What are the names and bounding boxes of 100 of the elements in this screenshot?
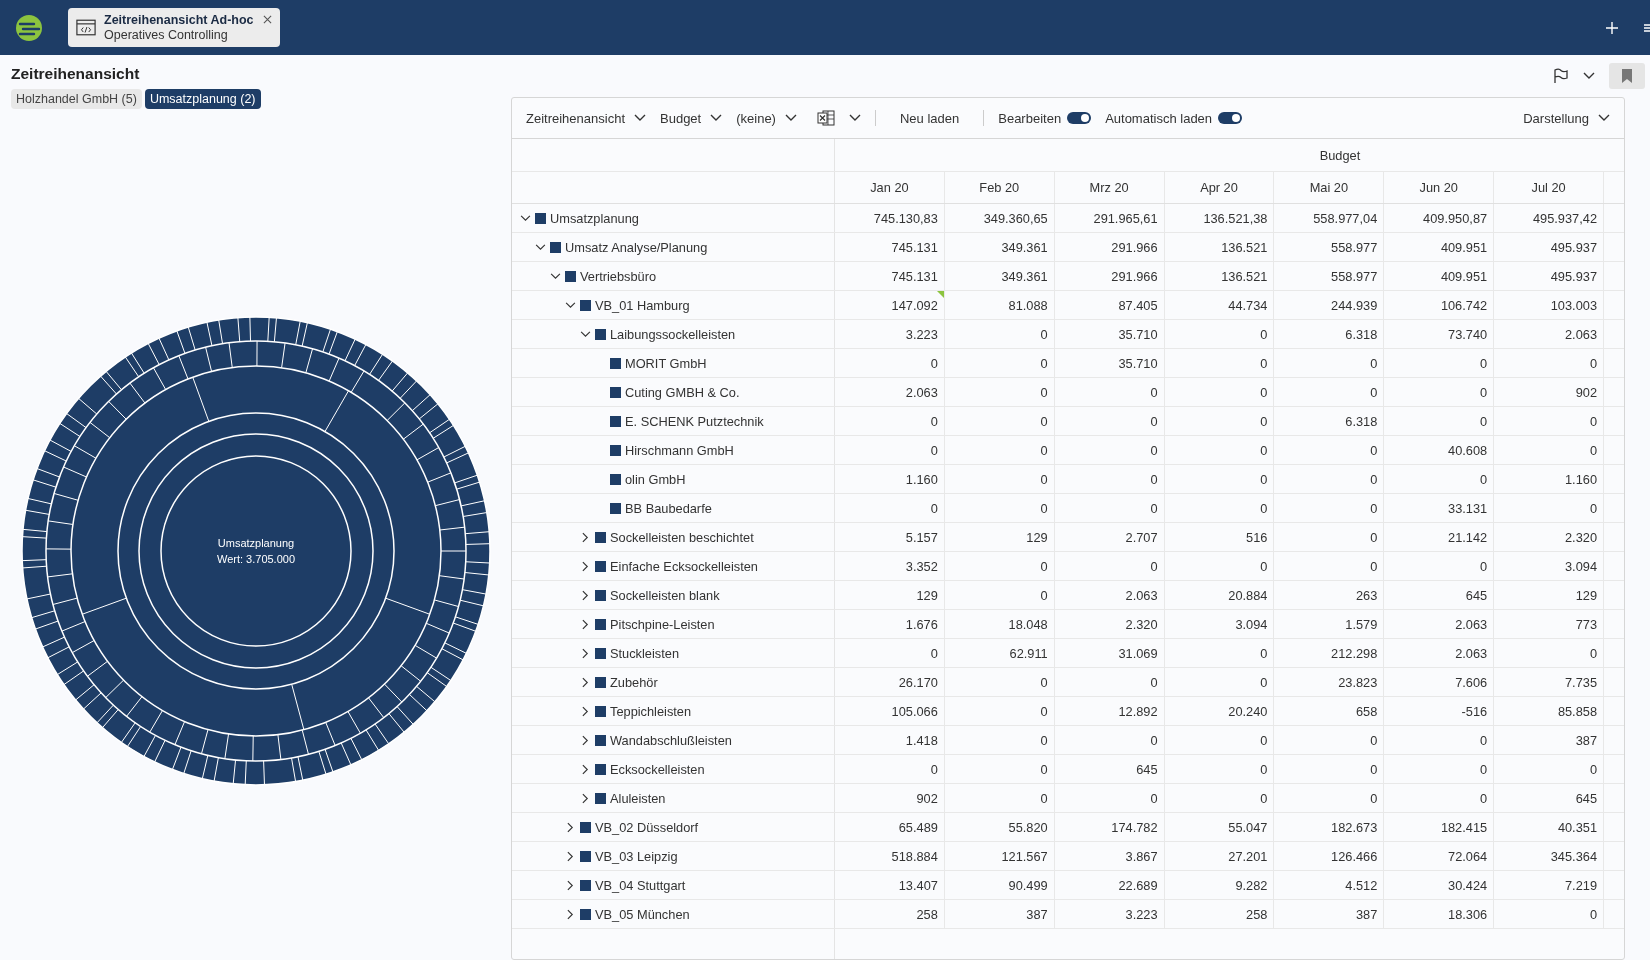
square-icon [610,386,621,398]
chevron-down-icon[interactable] [580,330,591,338]
chevron-down-icon[interactable] [550,272,561,280]
table-cell: 0 [1274,726,1385,754]
table-cell: 3.223 [1054,900,1165,928]
table-cell: 1.160 [1494,465,1604,493]
display-dropdown[interactable]: Darstellung [1523,110,1610,126]
table-cell: 291.966 [1054,233,1165,261]
chevron-right-icon[interactable] [582,560,589,572]
app-tab[interactable]: Zeitreihenansicht Ad-hoc Operatives Controlling [68,8,280,47]
toggle-label: Bearbeiten [998,110,1062,126]
spreadsheet-icon[interactable] [816,109,835,127]
table-cell: 0 [1384,465,1495,493]
row-label[interactable]: Umsatz Analyse/Planung [565,239,708,255]
row-label[interactable]: Ecksockelleisten [610,761,705,777]
column-header: Jan 20 [835,172,945,203]
row-label[interactable]: VB_03 Leipzig [595,848,678,864]
table-cell: 2.320 [1054,610,1165,638]
table-cell: 182.415 [1384,813,1495,841]
row-label[interactable]: Zubehör [610,674,658,690]
chevron-right-icon[interactable] [567,908,574,920]
row-label[interactable]: VB_04 Stuttgart [595,877,686,893]
row-label[interactable]: Pitschpine-Leisten [610,616,715,632]
bookmark-button[interactable] [1609,63,1645,89]
chevron-right-icon[interactable] [582,676,589,688]
table-cell: 2.063 [1054,581,1165,609]
row-label[interactable]: Sockelleisten blank [610,587,720,603]
table-cell: 558.977,04 [1274,204,1385,232]
table-cell: 129 [944,523,1055,551]
row-label[interactable]: Vertriebsbüro [580,268,657,284]
chevron-right-icon[interactable] [582,531,589,543]
row-label[interactable]: olin GmbH [625,471,686,487]
chevron-right-icon[interactable] [567,850,574,862]
table-cell: 0 [944,726,1055,754]
row-label[interactable]: Sockelleisten beschichtet [610,529,754,545]
filter-chip[interactable]: Holzhandel GmbH (5) [11,89,142,109]
table-cell: 0 [1384,552,1495,580]
table-cell: 0 [835,755,945,783]
row-label[interactable]: Einfache Ecksockelleisten [610,558,758,574]
menu-icon[interactable] [1644,21,1650,34]
table-cell: 516 [1164,523,1275,551]
table-cell: 495.937,42 [1494,204,1604,232]
chevron-down-icon[interactable] [848,114,861,122]
view-dropdown[interactable]: Zeitreihenansicht [526,110,646,126]
chevron-right-icon[interactable] [582,705,589,717]
row-label[interactable]: VB_01 Hamburg [595,297,690,313]
flag-icon[interactable] [1553,68,1569,84]
table-cell: 106.742 [1384,291,1495,319]
table-cell: 35.710 [1054,320,1165,348]
reload-button[interactable]: Neu laden [889,110,970,126]
toggle-switch[interactable] [1218,112,1243,124]
row-label[interactable]: Teppichleisten [610,703,692,719]
row-label[interactable]: VB_05 München [595,906,690,922]
table-cell: 0 [835,639,945,667]
bookmark-icon [1622,69,1632,83]
row-label[interactable]: E. SCHENK Putztechnik [625,413,764,429]
chevron-right-icon[interactable] [582,734,589,746]
table-cell: 65.489 [835,813,945,841]
chevron-right-icon[interactable] [582,647,589,659]
table-cell: 0 [1164,378,1275,406]
table-cell: 0 [835,436,945,464]
table-cell: 7.606 [1384,668,1495,696]
chevron-right-icon[interactable] [582,792,589,804]
plus-icon[interactable] [1605,20,1619,35]
row-label[interactable]: Aluleisten [610,790,666,806]
chevron-right-icon[interactable] [582,589,589,601]
row-label[interactable]: Umsatzplanung [550,210,639,226]
close-icon[interactable] [263,15,272,24]
chevron-right-icon[interactable] [567,879,574,891]
row-label[interactable]: Wandabschlußleisten [610,732,732,748]
row-label[interactable]: VB_02 Düsseldorf [595,819,699,835]
filter-dropdown[interactable]: (keine) [736,110,797,126]
row-label[interactable]: Stuckleisten [610,645,679,661]
table-cell: 0 [1054,784,1165,812]
square-icon [610,473,621,485]
row-label[interactable]: Cuting GMBH & Co. [625,384,740,400]
table-cell: 387 [1274,900,1385,928]
table-cell: 0 [1494,349,1604,377]
table-cell: 129 [1494,581,1604,609]
row-label[interactable]: MORIT GmbH [625,355,707,371]
square-icon [580,299,591,311]
row-label[interactable]: BB Baubedarfe [625,500,712,516]
toggle-switch[interactable] [1067,112,1092,124]
table-cell: 0 [1274,494,1385,522]
chevron-down-icon[interactable] [520,214,531,222]
table-cell: 2.320 [1494,523,1604,551]
chevron-down-icon[interactable] [535,243,546,251]
filter-chip[interactable]: Umsatzplanung (2) [144,89,261,109]
square-icon [595,531,606,543]
version-dropdown[interactable]: Budget [660,110,723,126]
chevron-down-icon[interactable] [565,301,576,309]
square-icon [565,270,576,282]
chevron-right-icon[interactable] [582,763,589,775]
row-label[interactable]: Hirschmann GmbH [625,442,734,458]
chevron-right-icon[interactable] [582,618,589,630]
chevron-down-icon[interactable] [1583,72,1595,80]
table-cell: 0 [835,494,945,522]
row-label[interactable]: Laibungssockelleisten [610,326,736,342]
table-cell: 20.240 [1164,697,1275,725]
chevron-right-icon[interactable] [567,821,574,833]
